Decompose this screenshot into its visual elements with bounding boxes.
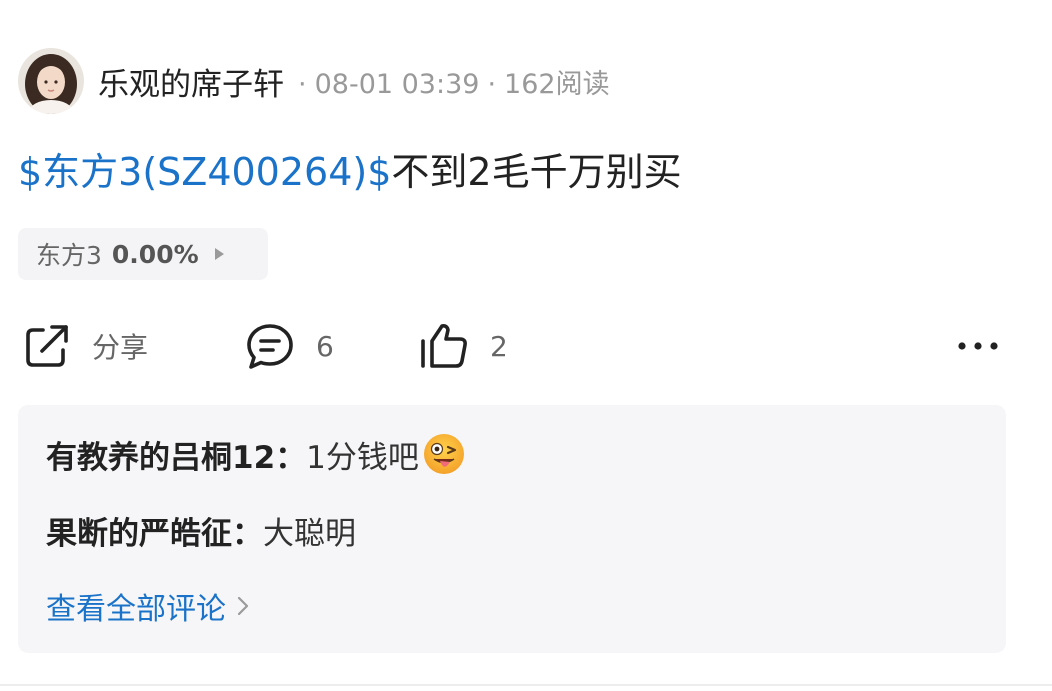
post-content: $东方3(SZ400264)$不到2毛千万别买 — [18, 144, 682, 200]
like-button[interactable]: 2 — [418, 318, 508, 374]
comment-username[interactable]: 有教养的吕桐12 — [46, 432, 275, 477]
thumbs-up-icon — [421, 324, 467, 368]
share-label: 分享 — [92, 331, 149, 364]
comment-item[interactable]: 果断的严皓征：大聪明 — [46, 505, 356, 555]
share-icon — [26, 325, 68, 367]
view-all-comments-link[interactable]: 查看全部评论 — [46, 581, 250, 631]
more-options-button[interactable] — [956, 318, 1000, 374]
stock-chip-change: 0.00% — [111, 239, 199, 269]
view-all-comments-label: 查看全部评论 — [46, 592, 226, 627]
comments-preview: 有教养的吕桐12： 1分钱吧 果断的严皓征：大聪明 查看全部评论 — [18, 405, 1006, 653]
comment-colon: ： — [275, 439, 307, 476]
comment-username[interactable]: 果断的严皓征 — [46, 508, 232, 553]
comment-colon: ： — [232, 515, 263, 552]
play-arrow-icon — [214, 248, 224, 260]
like-count: 2 — [490, 329, 508, 363]
stock-chip[interactable]: 东方3 0.00% — [18, 228, 268, 280]
avatar-image — [18, 48, 84, 114]
comment-button[interactable]: 6 — [244, 318, 334, 374]
stock-tag-link[interactable]: $东方3(SZ400264)$ — [18, 150, 391, 194]
meta-separator: · — [487, 68, 497, 100]
action-bar: 分享 6 2 — [0, 318, 1052, 374]
comment-text: 大聪明 — [263, 515, 356, 552]
comment-text: 1分钱吧 — [306, 439, 419, 476]
read-count: 162阅读 — [504, 68, 610, 100]
post-text: 不到2毛千万别买 — [391, 150, 682, 194]
post-meta: · 08-01 03:39 · 162阅读 — [290, 62, 610, 101]
post-date: 08-01 03:39 — [314, 68, 480, 100]
comment-count: 6 — [316, 329, 334, 363]
author-name[interactable]: 乐观的席子轩 — [98, 59, 284, 104]
author-avatar[interactable] — [18, 48, 84, 114]
bottom-divider — [0, 684, 1052, 686]
meta-separator: · — [298, 68, 307, 100]
winking-tongue-emoji-icon — [423, 434, 464, 474]
comment-icon — [247, 324, 293, 369]
more-dots-icon — [958, 342, 998, 350]
comment-item[interactable]: 有教养的吕桐12： 1分钱吧 — [46, 429, 465, 479]
stock-chip-name: 东方3 — [36, 241, 102, 270]
share-button[interactable]: 分享 — [22, 318, 148, 374]
post-header: 乐观的席子轩 · 08-01 03:39 · 162阅读 — [18, 48, 610, 114]
chevron-right-icon — [237, 596, 249, 616]
